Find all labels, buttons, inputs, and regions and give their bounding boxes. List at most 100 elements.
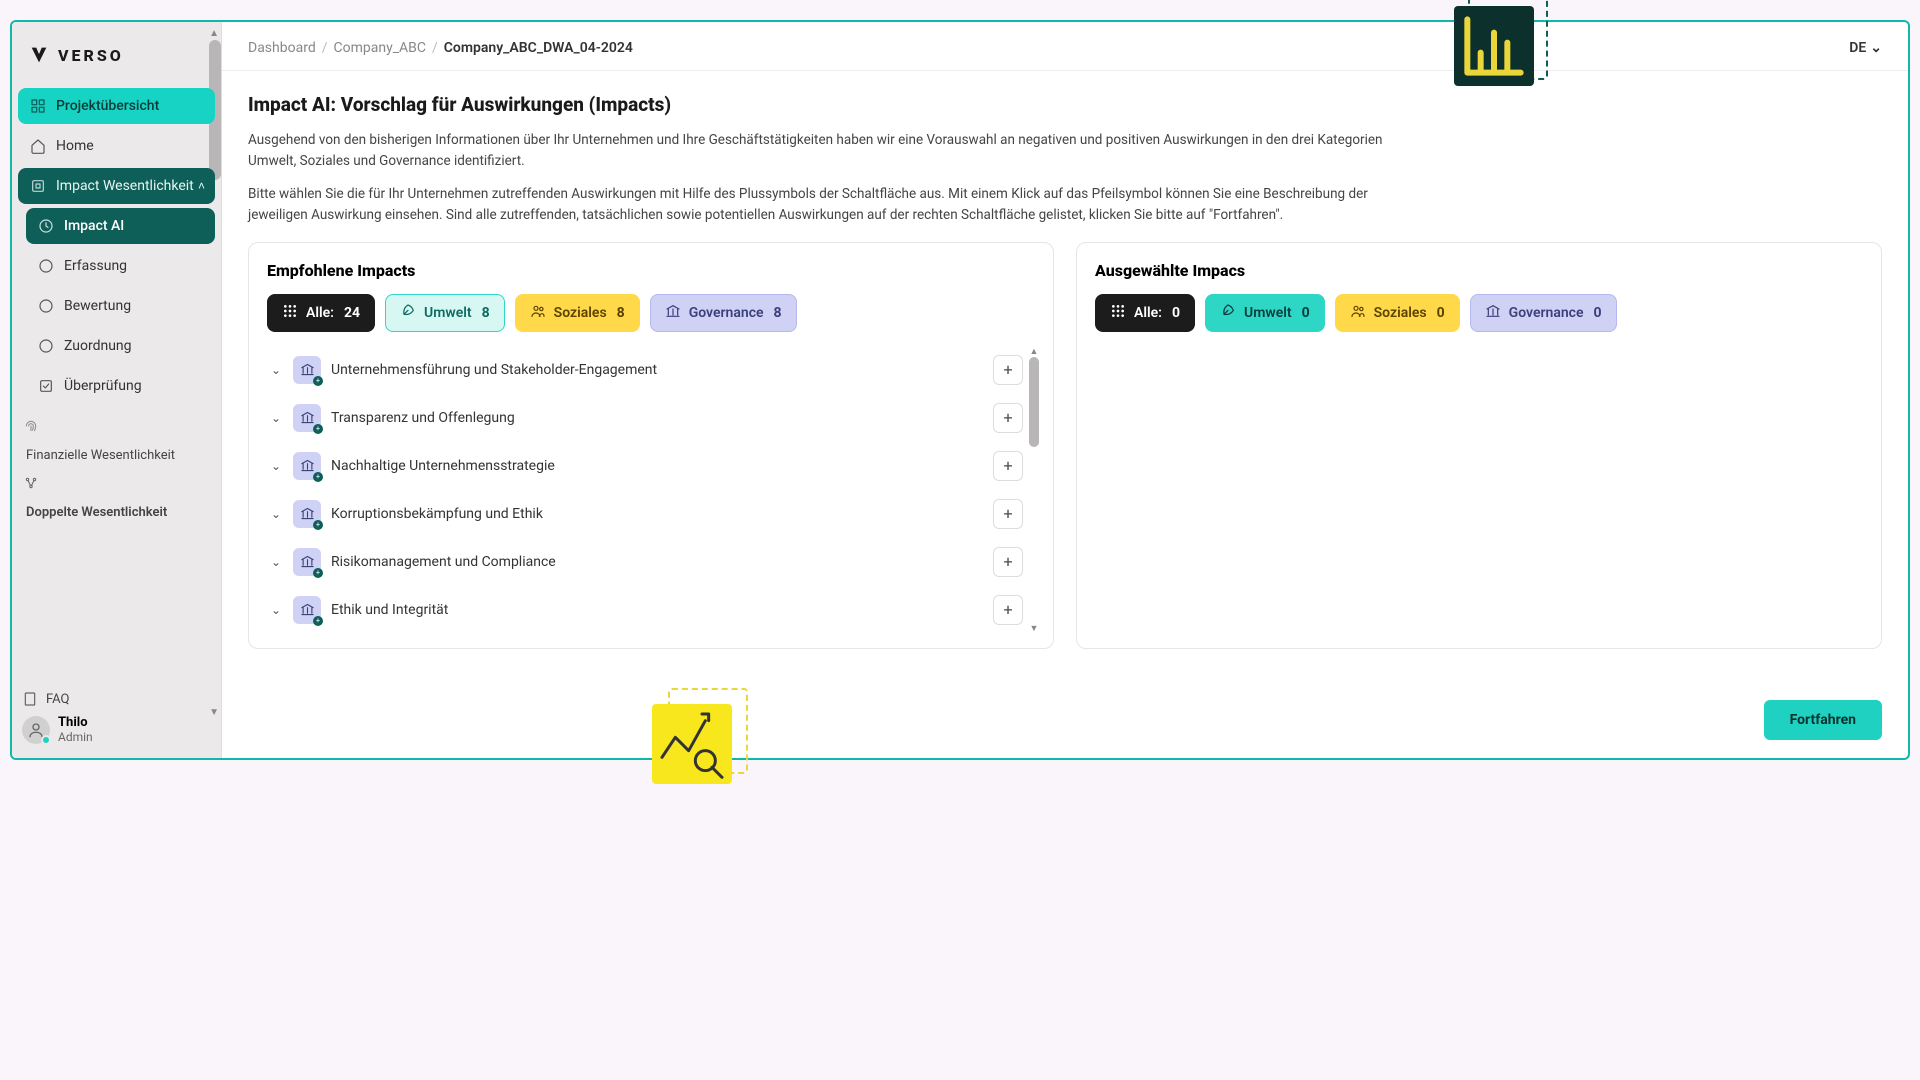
people-icon: [530, 303, 546, 323]
chip-count: 8: [774, 305, 782, 321]
breadcrumb-item[interactable]: Company_ABC: [334, 40, 427, 56]
expand-toggle[interactable]: ⌄: [269, 411, 283, 425]
sidebar-item-label: Überprüfung: [64, 378, 142, 394]
user-name: Thilo: [58, 715, 93, 730]
chip-all[interactable]: Alle: 0: [1095, 294, 1195, 332]
sidebar-item-label: Erfassung: [64, 258, 127, 274]
scrollbar-down-icon[interactable]: ▼: [209, 707, 219, 718]
chip-governance[interactable]: Governance 0: [1470, 294, 1617, 332]
add-impact-button[interactable]: +: [993, 451, 1023, 481]
sidebar-item-erfassung[interactable]: Erfassung: [26, 248, 215, 284]
user-role: Admin: [58, 730, 93, 744]
sidebar-item-project-overview[interactable]: Projektübersicht: [18, 88, 215, 124]
chip-umwelt[interactable]: Umwelt 0: [1205, 294, 1325, 332]
chip-label: Umwelt: [424, 305, 472, 321]
add-impact-button[interactable]: +: [993, 499, 1023, 529]
chip-count: 8: [482, 305, 490, 321]
governance-badge-icon: +: [293, 548, 321, 576]
chip-governance[interactable]: Governance 8: [650, 294, 797, 332]
sidebar-item-ueberpruefung[interactable]: Überprüfung: [26, 368, 215, 404]
breadcrumb-item[interactable]: Dashboard: [248, 40, 316, 56]
panel-title: Empfohlene Impacts: [267, 261, 1035, 280]
expand-toggle[interactable]: ⌄: [269, 507, 283, 521]
panel-recommended-impacts: Empfohlene Impacts Alle: 24 Umwelt 8: [248, 242, 1054, 649]
impact-row: ⌄ + Transparenz und Offenlegung +: [267, 394, 1025, 442]
governance-badge-icon: +: [293, 452, 321, 480]
chip-soziales[interactable]: Soziales 8: [515, 294, 640, 332]
chip-label: Alle:: [306, 305, 334, 321]
logo: VERSO: [18, 22, 215, 84]
impact-row: ⌄ + Nachhaltige Unternehmensstrategie +: [267, 442, 1025, 490]
user-profile[interactable]: Thilo Admin: [22, 711, 211, 748]
online-status-dot: [41, 735, 51, 745]
expand-toggle[interactable]: ⌄: [269, 363, 283, 377]
breadcrumb-item-current: Company_ABC_DWA_04-2024: [444, 40, 633, 56]
target-icon: [30, 178, 46, 194]
impact-label: Risikomanagement und Compliance: [331, 554, 983, 570]
breadcrumb: Dashboard / Company_ABC / Company_ABC_DW…: [248, 40, 633, 56]
step-1-icon: [38, 258, 54, 274]
main-area: Dashboard / Company_ABC / Company_ABC_DW…: [222, 22, 1908, 758]
sidebar-item-label: Impact Wesentlichkeit: [56, 178, 194, 194]
avatar: [22, 716, 50, 744]
step-2-icon: [38, 298, 54, 314]
expand-toggle[interactable]: ⌄: [269, 459, 283, 473]
impact-row: ⌄ + Ethik und Integrität +: [267, 586, 1025, 634]
sidebar-item-label: Home: [56, 138, 94, 154]
bank-icon: [665, 303, 681, 323]
sidebar-item-zuordnung[interactable]: Zuordnung: [26, 328, 215, 364]
panel-selected-impacts: Ausgewählte Impacs Alle: 0 Umwelt 0: [1076, 242, 1882, 649]
sidebar-group-impact-wesentlichkeit[interactable]: Impact Wesentlichkeit ˄: [18, 168, 215, 204]
app-frame: ▲ VERSO Projektübersicht Home Impact Wes…: [10, 20, 1910, 760]
grid-dots-icon: [1110, 303, 1126, 323]
language-label: DE: [1849, 40, 1866, 56]
document-icon: [22, 691, 38, 707]
content: Impact AI: Vorschlag für Auswirkungen (I…: [222, 71, 1908, 688]
grid-dots-icon: [282, 303, 298, 323]
governance-badge-icon: +: [293, 404, 321, 432]
sidebar-item-impact-ai[interactable]: Impact AI: [26, 208, 215, 244]
chip-label: Soziales: [1374, 305, 1427, 321]
add-impact-button[interactable]: +: [993, 355, 1023, 385]
sidebar-section-financial[interactable]: Finanzielle Wesentlichkeit: [18, 442, 215, 465]
people-icon: [1350, 303, 1366, 323]
governance-badge-icon: +: [293, 356, 321, 384]
sidebar-item-bewertung[interactable]: Bewertung: [26, 288, 215, 324]
add-impact-button[interactable]: +: [993, 547, 1023, 577]
sidebar: ▲ VERSO Projektübersicht Home Impact Wes…: [12, 22, 222, 758]
impact-row: ⌄ + Risikomanagement und Compliance +: [267, 538, 1025, 586]
chip-count: 8: [617, 305, 625, 321]
breadcrumb-sep: /: [432, 40, 438, 56]
governance-badge-icon: +: [293, 500, 321, 528]
language-selector[interactable]: DE ⌄: [1849, 40, 1882, 56]
expand-toggle[interactable]: ⌄: [269, 603, 283, 617]
fingerprint-icon: [24, 418, 38, 432]
step-3-icon: [38, 338, 54, 354]
expand-toggle[interactable]: ⌄: [269, 555, 283, 569]
chip-label: Soziales: [554, 305, 607, 321]
impact-row: ⌄ + Korruptionsbekämpfung und Ethik +: [267, 490, 1025, 538]
logo-icon: [28, 44, 50, 66]
scrollbar-up-icon[interactable]: ▲: [209, 28, 219, 39]
chip-umwelt[interactable]: Umwelt 8: [385, 294, 505, 332]
footer-actions: Fortfahren: [222, 688, 1908, 758]
chip-label: Governance: [1509, 305, 1584, 321]
sidebar-section-double[interactable]: Doppelte Wesentlichkeit: [18, 499, 215, 522]
impact-label: Nachhaltige Unternehmensstrategie: [331, 458, 983, 474]
sidebar-item-home[interactable]: Home: [18, 128, 215, 164]
topbar: Dashboard / Company_ABC / Company_ABC_DW…: [222, 22, 1908, 71]
chip-count: 0: [1594, 305, 1602, 321]
scroll-up-icon: ▲: [1030, 346, 1039, 357]
list-scrollbar[interactable]: ▲ ▼: [1029, 346, 1039, 634]
impact-label: Transparenz und Offenlegung: [331, 410, 983, 426]
continue-button[interactable]: Fortfahren: [1764, 700, 1882, 740]
add-impact-button[interactable]: +: [993, 595, 1023, 625]
add-impact-button[interactable]: +: [993, 403, 1023, 433]
sidebar-item-faq[interactable]: FAQ ▼: [22, 687, 211, 711]
chip-count: 0: [1437, 305, 1445, 321]
chip-soziales[interactable]: Soziales 0: [1335, 294, 1460, 332]
chip-all[interactable]: Alle: 24: [267, 294, 375, 332]
home-icon: [30, 138, 46, 154]
governance-badge-icon: +: [293, 596, 321, 624]
leaf-icon: [1220, 303, 1236, 323]
